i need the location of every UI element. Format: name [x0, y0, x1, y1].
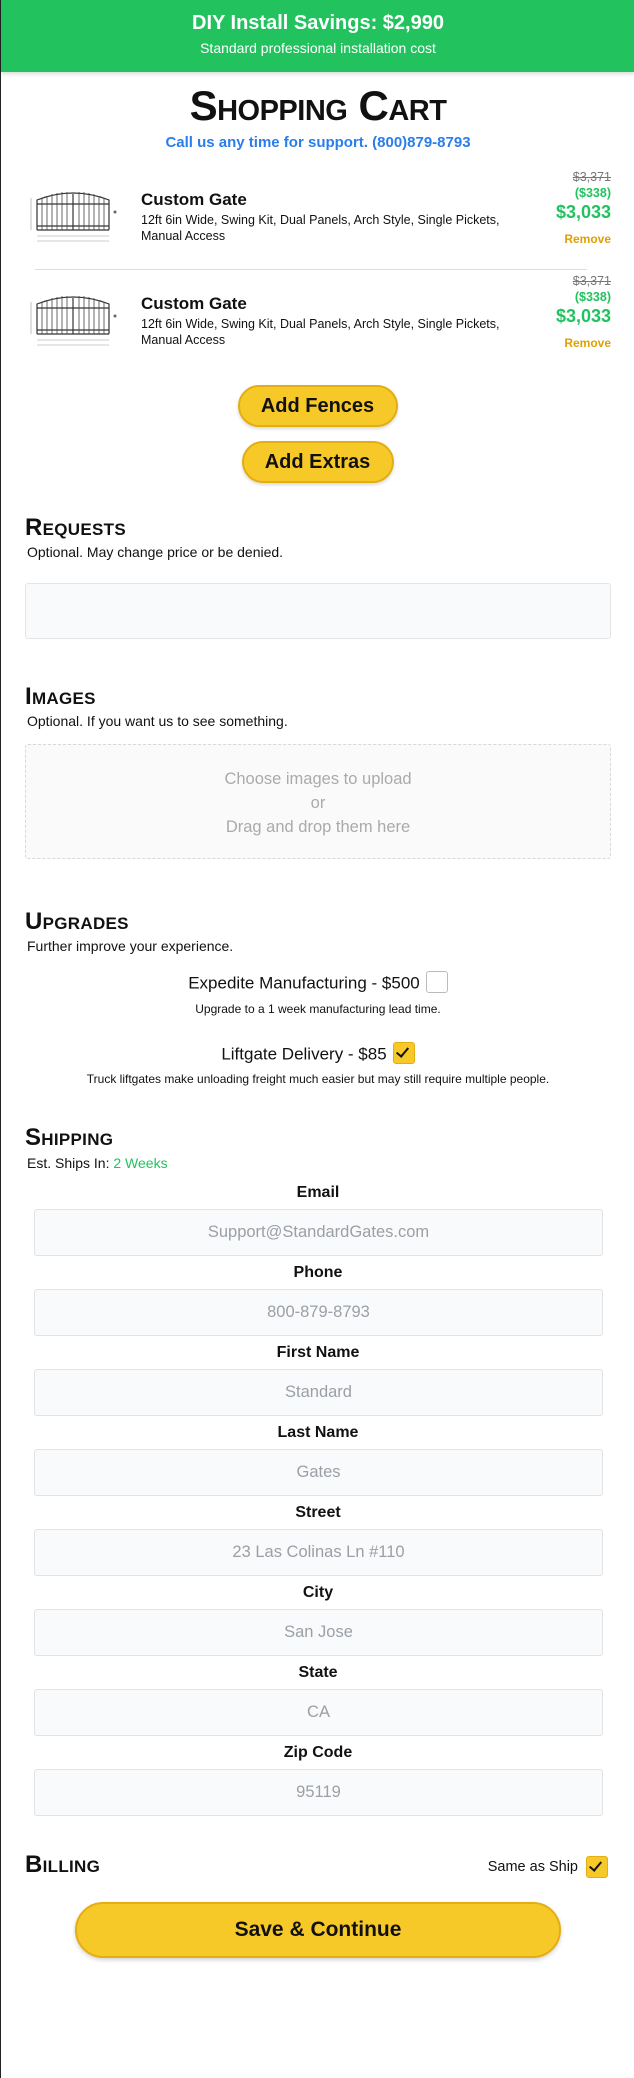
upgrades-heading: Upgrades: [25, 908, 129, 935]
cart-item: Custom Gate 12ft 6in Wide, Swing Kit, Du…: [25, 170, 611, 262]
dropzone-line-2: or: [310, 794, 326, 812]
ships-in-value: 2 Weeks: [113, 1155, 168, 1171]
remove-item-button[interactable]: Remove: [564, 232, 611, 246]
same-as-ship-label: Same as Ship: [487, 1859, 578, 1875]
item-discount: ($338): [574, 186, 611, 200]
upgrade-expedite-note: Upgrade to a 1 week manufacturing lead t…: [195, 1002, 441, 1016]
last-name-label: Last Name: [277, 1424, 359, 1441]
item-discount: ($338): [574, 290, 611, 304]
page-title: Shopping Cart: [189, 82, 447, 129]
upgrade-liftgate: Liftgate Delivery - $85: [1, 1042, 634, 1066]
check-icon: [588, 1858, 603, 1872]
gate-thumbnail-icon: [30, 192, 117, 242]
item-description: 12ft 6in Wide, Swing Kit, Dual Panels, A…: [141, 317, 500, 347]
upgrade-expedite: Expedite Manufacturing - $500: [1, 971, 634, 995]
phone-label: Phone: [293, 1264, 343, 1281]
requests-textarea[interactable]: [25, 583, 611, 639]
ships-in-label: Est. Ships In:: [27, 1155, 110, 1171]
zip-code-label: Zip Code: [283, 1744, 353, 1761]
state-field[interactable]: CA: [34, 1689, 603, 1736]
dropzone-line-3: Drag and drop them here: [225, 818, 411, 836]
savings-subtitle: Standard professional installation cost: [200, 40, 436, 56]
item-description: 12ft 6in Wide, Swing Kit, Dual Panels, A…: [141, 213, 500, 243]
phone-field[interactable]: 800-879-8793: [34, 1289, 603, 1336]
images-subtitle: Optional. If you want us to see somethin…: [27, 713, 288, 729]
item-price: $3,033: [555, 306, 611, 326]
first-name-label: First Name: [276, 1344, 360, 1361]
item-divider: [35, 269, 587, 270]
liftgate-checkbox[interactable]: [392, 1042, 415, 1064]
expedite-checkbox[interactable]: [425, 971, 448, 993]
item-name: Custom Gate: [141, 190, 247, 209]
check-icon: [395, 1044, 409, 1058]
city-field[interactable]: San Jose: [34, 1609, 603, 1656]
remove-item-button[interactable]: Remove: [564, 336, 611, 350]
street-field[interactable]: 23 Las Colinas Ln #110: [34, 1529, 603, 1576]
item-name: Custom Gate: [141, 294, 247, 313]
upgrade-expedite-label: Expedite Manufacturing - $500: [188, 973, 420, 993]
shipping-heading: Shipping: [25, 1124, 114, 1151]
zip-code-field[interactable]: 95119: [34, 1769, 603, 1816]
ships-in: Est. Ships In: 2 Weeks: [27, 1155, 168, 1171]
add-fences-button[interactable]: Add Fences: [237, 385, 398, 427]
street-label: Street: [295, 1504, 341, 1521]
add-extras-button[interactable]: Add Extras: [241, 441, 394, 483]
upgrades-subtitle: Further improve your experience.: [27, 938, 234, 954]
item-price: $3,033: [555, 202, 611, 222]
images-heading: Images: [25, 683, 96, 710]
billing-heading: Billing: [25, 1851, 101, 1878]
first-name-field[interactable]: Standard: [34, 1369, 603, 1416]
requests-heading: Requests: [25, 514, 126, 541]
image-dropzone[interactable]: Choose images to upload or Drag and drop…: [25, 744, 611, 859]
email-label: Email: [296, 1184, 340, 1201]
same-as-ship-checkbox[interactable]: [586, 1856, 608, 1878]
cart-item: Custom Gate 12ft 6in Wide, Swing Kit, Du…: [25, 274, 611, 366]
city-label: City: [302, 1584, 334, 1601]
item-original-price: $3,371: [572, 170, 611, 184]
gate-thumbnail-icon: [30, 296, 117, 346]
save-continue-button[interactable]: Save & Continue: [75, 1902, 561, 1958]
upgrade-liftgate-note: Truck liftgates make unloading freight m…: [86, 1072, 550, 1086]
upgrade-liftgate-label: Liftgate Delivery - $85: [221, 1044, 387, 1064]
savings-title: DIY Install Savings: $2,990: [192, 12, 444, 34]
state-label: State: [298, 1664, 338, 1681]
savings-banner: DIY Install Savings: $2,990 Standard pro…: [1, 0, 634, 72]
same-as-ship-toggle[interactable]: Same as Ship: [488, 1856, 608, 1878]
dropzone-line-1: Choose images to upload: [224, 770, 412, 788]
item-original-price: $3,371: [572, 274, 611, 288]
support-link[interactable]: Call us any time for support. (800)879-8…: [1, 134, 634, 151]
email-field[interactable]: Support@StandardGates.com: [34, 1209, 603, 1256]
requests-subtitle: Optional. May change price or be denied.: [27, 544, 284, 560]
last-name-field[interactable]: Gates: [34, 1449, 603, 1496]
